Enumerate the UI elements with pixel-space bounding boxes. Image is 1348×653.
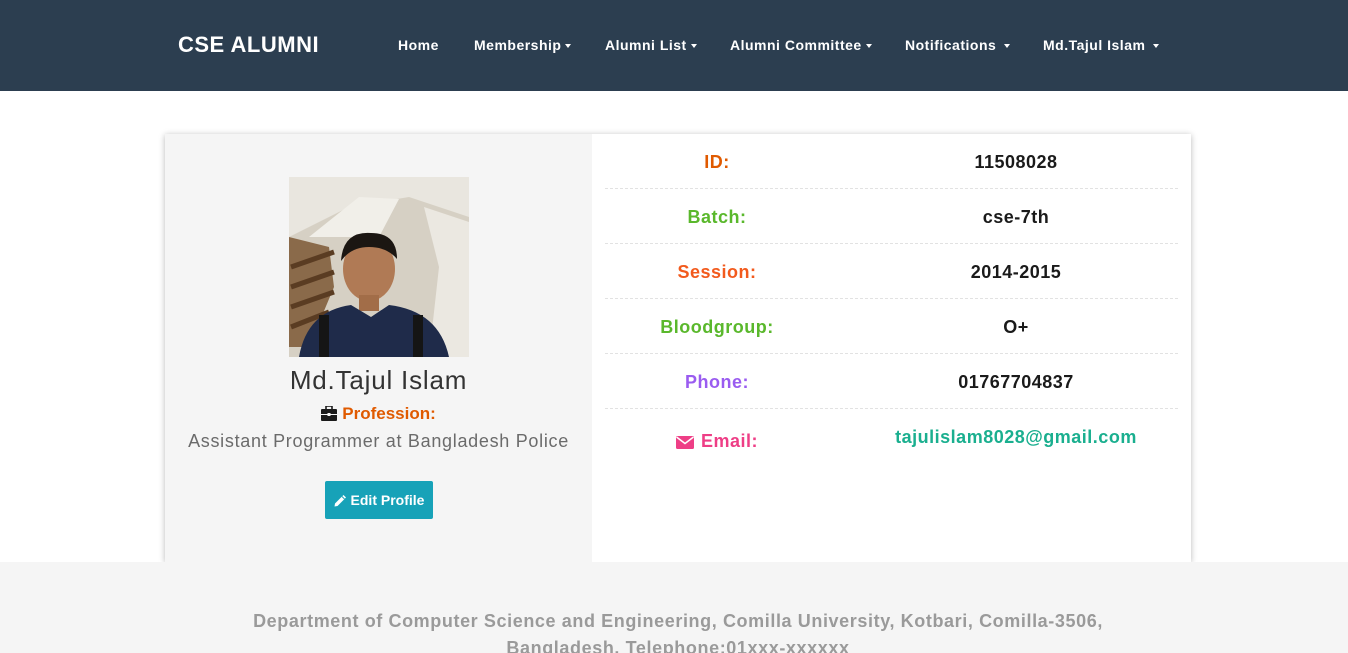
detail-row-session: Session: 2014-2015 (605, 244, 1178, 299)
detail-row-phone: Phone: 01767704837 (605, 354, 1178, 409)
nav-alumni-committee-label: Alumni Committee (730, 37, 862, 53)
detail-label: ID: (704, 152, 730, 172)
detail-label: Session: (677, 262, 757, 282)
profile-summary-panel: Md.Tajul Islam Profession: Assistant Pro… (165, 134, 592, 562)
profile-details-panel: ID: 11508028 Batch: cse-7th Session: 201… (592, 134, 1191, 562)
edit-profile-label: Edit Profile (350, 492, 425, 508)
nav-alumni-committee-dropdown[interactable]: Alumni Committee (730, 37, 872, 53)
detail-label: Phone: (685, 372, 749, 392)
profile-photo (289, 177, 469, 357)
footer-address-text: Department of Computer Science and Engin… (253, 611, 1103, 653)
profession-value: Assistant Programmer at Bangladesh Polic… (188, 431, 569, 451)
detail-label: Batch: (687, 207, 747, 227)
nav-home[interactable]: Home (398, 37, 439, 53)
detail-row-email: Email: tajulislam8028@gmail.com (605, 409, 1178, 464)
detail-row-bloodgroup: Bloodgroup: O+ (605, 299, 1178, 354)
nav-notifications-dropdown[interactable]: Notifications (905, 37, 1011, 53)
detail-label: Bloodgroup: (660, 317, 774, 337)
caret-down-icon (1004, 44, 1011, 49)
nav-membership-label: Membership (474, 37, 562, 53)
edit-profile-button[interactable]: Edit Profile (325, 481, 433, 519)
detail-value: O+ (1003, 317, 1029, 337)
detail-row-batch: Batch: cse-7th (605, 189, 1178, 244)
caret-down-icon (865, 44, 872, 49)
caret-down-icon (1153, 44, 1160, 49)
nav-home-label: Home (398, 37, 439, 53)
nav-alumni-list-label: Alumni List (605, 37, 687, 53)
email-link[interactable]: tajulislam8028@gmail.com (879, 427, 1153, 448)
nav-membership-dropdown[interactable]: Membership (474, 37, 572, 53)
caret-down-icon (565, 44, 572, 49)
email-label: Email: (700, 431, 759, 451)
nav-user-menu-dropdown[interactable]: Md.Tajul Islam (1043, 37, 1160, 53)
profession-heading: Profession: (165, 404, 592, 424)
profile-photo-image (289, 177, 469, 357)
nav-alumni-list-dropdown[interactable]: Alumni List (605, 37, 697, 53)
detail-value: 01767704837 (958, 372, 1074, 392)
profile-card: Md.Tajul Islam Profession: Assistant Pro… (165, 134, 1191, 562)
detail-value: 2014-2015 (970, 262, 1062, 282)
envelope-icon (675, 436, 694, 449)
profile-name: Md.Tajul Islam (289, 365, 468, 395)
top-navbar: CSE ALUMNI Home Membership Alumni List A… (0, 0, 1348, 91)
caret-down-icon (690, 44, 697, 49)
nav-user-name-label: Md.Tajul Islam (1043, 37, 1146, 53)
detail-row-id: ID: 11508028 (605, 134, 1178, 189)
nav-notifications-label: Notifications (905, 37, 997, 53)
detail-value: cse-7th (982, 207, 1050, 227)
detail-value: 11508028 (974, 152, 1058, 172)
brand-logo-link[interactable]: CSE ALUMNI (178, 32, 319, 58)
page-footer: Department of Computer Science and Engin… (0, 562, 1348, 653)
detail-label: Email: (605, 431, 829, 452)
pencil-icon (334, 494, 346, 506)
profession-label: Profession: (342, 404, 436, 423)
briefcase-icon (321, 405, 338, 421)
